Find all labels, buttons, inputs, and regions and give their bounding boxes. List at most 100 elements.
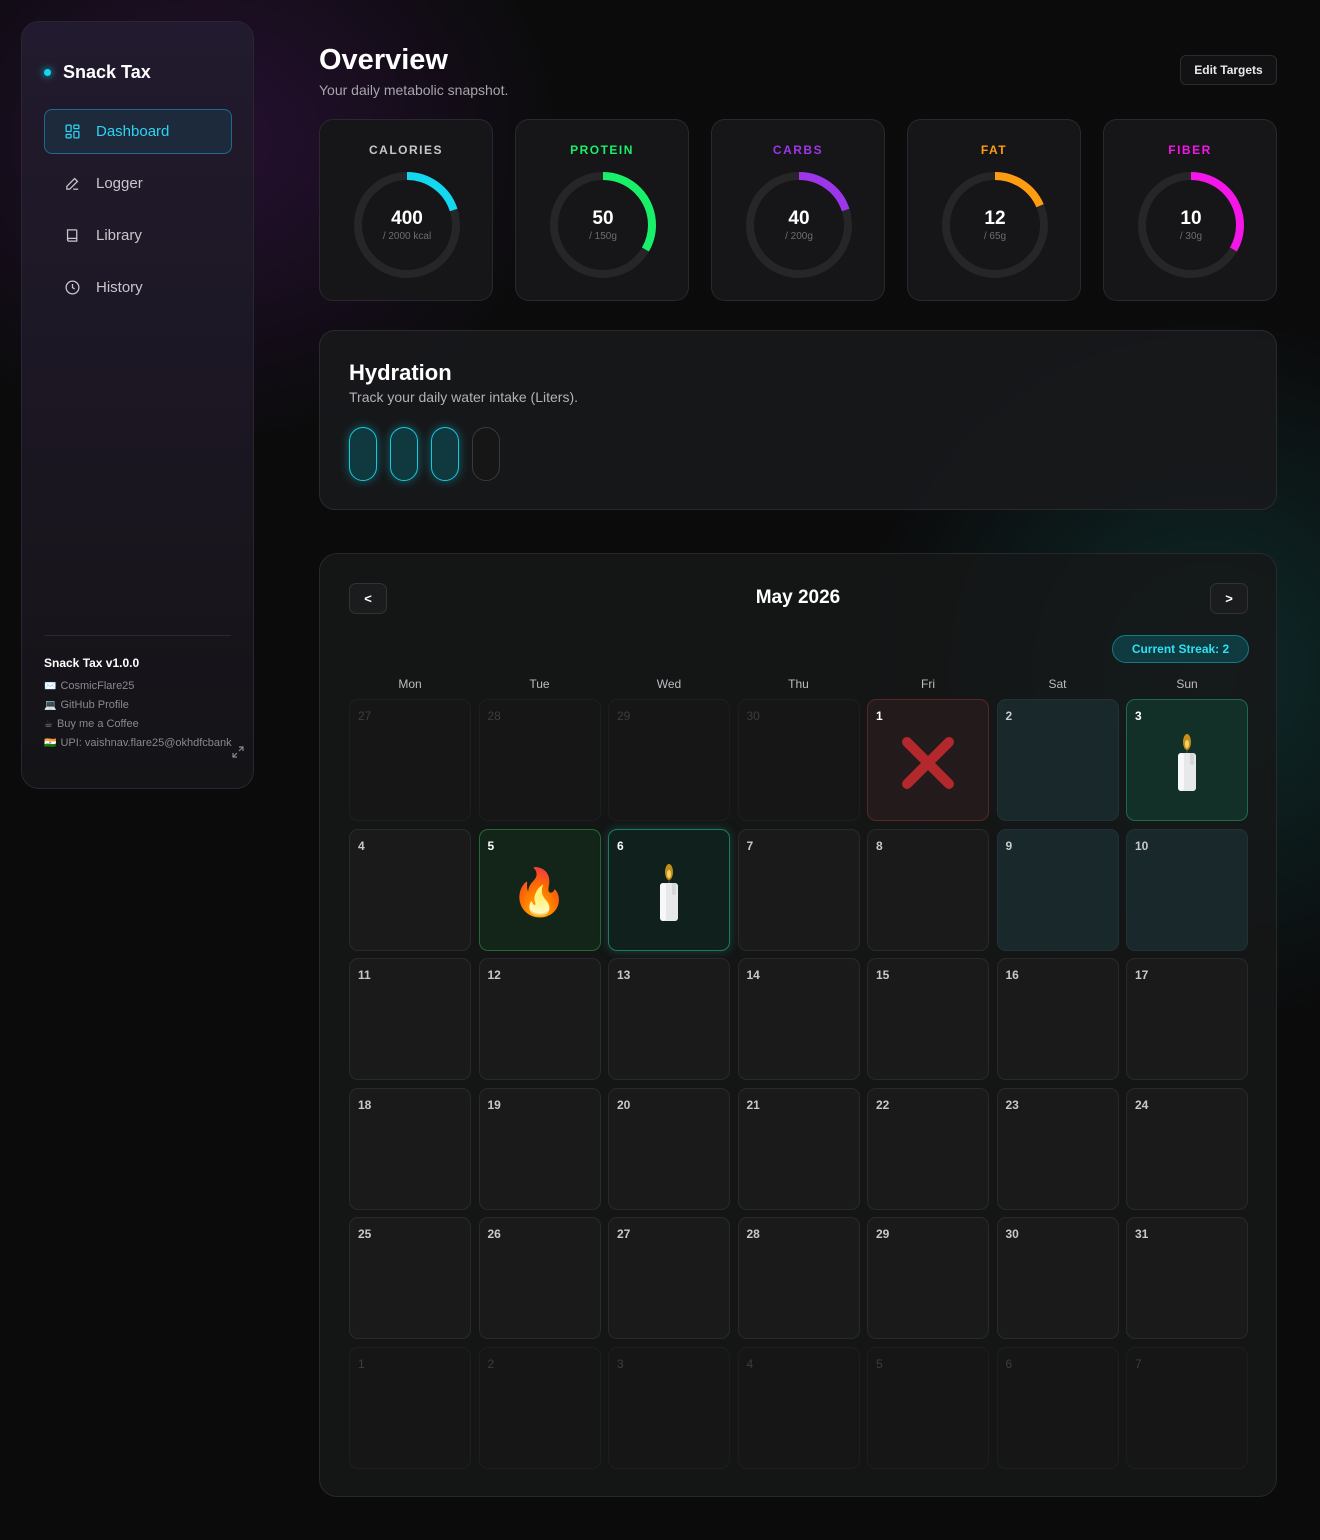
day-number: 5 [876, 1356, 883, 1371]
water-glass[interactable] [390, 427, 418, 481]
india-flag-icon: 🇮🇳 [44, 737, 57, 749]
nav-label: Dashboard [96, 123, 170, 140]
calendar-day[interactable]: 28 [737, 1217, 860, 1339]
edit-targets-button[interactable]: Edit Targets [1180, 55, 1277, 85]
calendar-day[interactable]: 18 [349, 1087, 471, 1210]
macro-label: CALORIES [368, 143, 443, 157]
macro-value: 12 [984, 207, 1006, 229]
day-number: 30 [746, 709, 760, 723]
github-link[interactable]: 💻 GitHub Profile [44, 699, 232, 711]
calendar-day[interactable]: 13 [608, 958, 730, 1080]
hydration-card: Hydration Track your daily water intake … [319, 330, 1277, 510]
nav-item-dashboard[interactable]: Dashboard [44, 109, 232, 154]
calendar-day[interactable]: 20 [608, 1087, 730, 1210]
calendar-day[interactable]: 9 [996, 828, 1119, 951]
day-number: 28 [487, 709, 501, 723]
calendar-day: 5 [867, 1346, 989, 1469]
calendar-day[interactable]: 1 [867, 699, 989, 821]
macro-card-protein: PROTEIN 50/ 150g [515, 119, 689, 301]
water-glass[interactable] [431, 427, 459, 481]
calendar-day[interactable]: 2 [996, 699, 1119, 821]
calendar-day[interactable]: 7 [737, 828, 860, 951]
calendar-day[interactable]: 31 [1126, 1217, 1248, 1339]
day-number: 5 [487, 838, 495, 853]
calendar-day[interactable]: 3 [1126, 699, 1248, 821]
calendar-day[interactable]: 21 [737, 1087, 860, 1210]
calendar-day[interactable]: 5 🔥 [478, 828, 601, 951]
water-glass[interactable] [349, 427, 377, 481]
weekday-label: Wed [656, 677, 682, 691]
coffee-link[interactable]: ☕ Buy me a Coffee [44, 718, 232, 730]
brand[interactable]: Snack Tax [44, 62, 151, 83]
calendar-day[interactable]: 16 [996, 958, 1119, 1080]
upi-link[interactable]: 🇮🇳 UPI: vaishnav.flare25@okhdfcbank [44, 737, 232, 749]
calendar-day[interactable]: 11 [349, 958, 471, 1080]
next-month-button[interactable]: > [1210, 583, 1248, 614]
ring-center: 12/ 65g [940, 170, 1050, 280]
sidebar-footer: Snack Tax v1.0.0 ✉️ CosmicFlare25 💻 GitH… [44, 656, 232, 756]
email-link-label: CosmicFlare25 [60, 680, 135, 692]
pencil-icon [66, 177, 79, 190]
calendar-day[interactable]: 30 [996, 1217, 1119, 1339]
day-number: 11 [358, 968, 371, 982]
calendar-day: 2 [478, 1346, 601, 1469]
calendar-day[interactable]: 24 [1126, 1087, 1248, 1210]
calendar-day[interactable]: 17 [1126, 958, 1248, 1080]
day-number: 6 [617, 838, 624, 853]
weekday-label: Sat [1048, 677, 1067, 691]
page-title: Overview [319, 44, 448, 76]
day-marker [609, 858, 729, 928]
macro-value: 10 [1180, 207, 1202, 229]
brand-title: Snack Tax [63, 62, 151, 82]
day-number: 10 [1135, 838, 1149, 853]
calendar-day[interactable]: 29 [867, 1217, 989, 1339]
day-number: 29 [617, 709, 631, 723]
calendar-day[interactable]: 12 [478, 958, 601, 1080]
email-link[interactable]: ✉️ CosmicFlare25 [44, 680, 232, 692]
calendar-day[interactable]: 22 [867, 1087, 989, 1210]
day-number: 23 [1005, 1097, 1019, 1112]
calendar-day[interactable]: 4 [349, 828, 471, 951]
nav-item-library[interactable]: Library [44, 213, 232, 258]
macro-target: / 65g [983, 230, 1007, 242]
day-number: 1 [358, 1356, 365, 1371]
calendar-day: 6 [996, 1346, 1119, 1469]
calendar-day[interactable]: 14 [737, 958, 860, 1080]
day-number: 28 [746, 1227, 760, 1241]
calendar-day[interactable]: 15 [867, 958, 989, 1080]
laptop-icon: 💻 [44, 699, 57, 711]
fire-icon: 🔥 [510, 866, 569, 918]
day-marker [868, 728, 988, 798]
day-number: 31 [1135, 1227, 1149, 1241]
day-number: 29 [876, 1227, 890, 1241]
day-number: 25 [358, 1227, 372, 1241]
main-nav: Dashboard Logger Library History [44, 109, 232, 317]
macro-target: / 2000 kcal [382, 230, 432, 242]
missed-x-icon [902, 737, 954, 789]
calendar-day[interactable]: 6 [608, 828, 730, 951]
calendar-day[interactable]: 25 [349, 1217, 471, 1339]
calendar-day[interactable]: 23 [996, 1087, 1119, 1210]
day-number: 7 [1135, 1356, 1142, 1371]
calendar-day[interactable]: 10 [1126, 828, 1248, 951]
candle-icon [660, 863, 678, 921]
calendar-day[interactable]: 27 [608, 1217, 730, 1339]
calendar-day[interactable]: 19 [478, 1087, 601, 1210]
page-subtitle: Your daily metabolic snapshot. [319, 82, 509, 98]
clock-icon [65, 280, 80, 295]
macro-label: PROTEIN [570, 143, 634, 157]
calendar-day[interactable]: 26 [478, 1217, 601, 1339]
macro-card-fat: FAT 12/ 65g [907, 119, 1081, 301]
macro-label: CARBS [772, 143, 824, 157]
nav-item-history[interactable]: History [44, 265, 232, 310]
calendar-day[interactable]: 8 [867, 828, 989, 951]
weekday-label: Thu [788, 677, 809, 691]
day-number: 9 [1005, 838, 1013, 853]
expand-icon[interactable] [232, 746, 244, 758]
candle-icon [1178, 734, 1196, 791]
water-glass[interactable] [472, 427, 500, 481]
day-number: 20 [617, 1097, 631, 1112]
day-number: 2 [487, 1356, 495, 1371]
nav-item-logger[interactable]: Logger [44, 161, 232, 206]
calendar-day: 28 [478, 699, 601, 821]
